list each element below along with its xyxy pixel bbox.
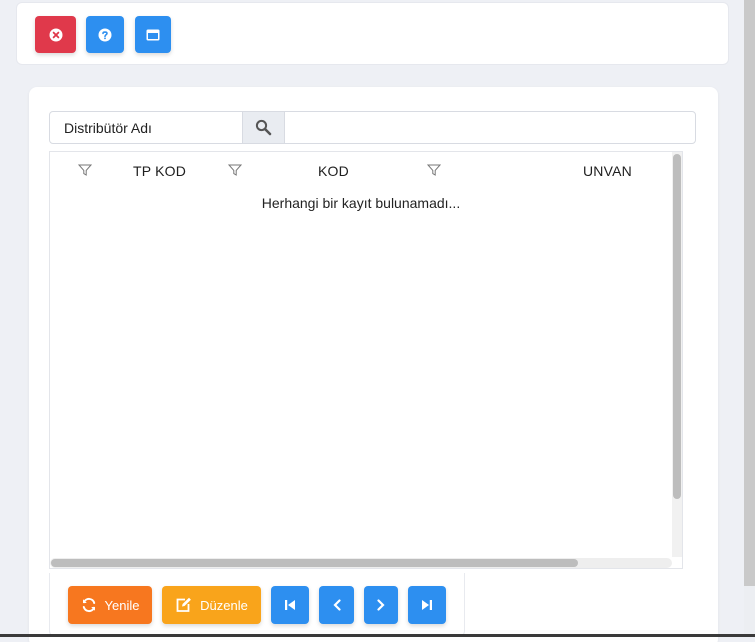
grid-vertical-scrollbar-thumb[interactable] [673,154,681,499]
skip-first-icon [285,600,295,610]
toolbar-card [16,2,729,65]
page-scrollbar-track[interactable] [744,586,755,636]
page-scrollbar-thumb[interactable] [744,0,755,586]
first-page-button[interactable] [271,586,309,624]
filter-icon[interactable] [427,163,441,177]
chevron-right-icon [377,599,385,611]
window-icon [146,29,160,40]
grid-horizontal-scrollbar-thumb[interactable] [51,559,578,567]
chevron-left-icon [332,599,341,611]
empty-message: Herhangi bir kayıt bulunamadı... [261,195,461,211]
close-circle-icon [49,28,62,41]
search-label: Distribütör Adı [50,112,243,143]
edit-label: Düzenle [200,597,248,613]
previous-page-button[interactable] [319,586,354,624]
refresh-label: Yenile [104,597,140,613]
column-header-unvan[interactable]: UNVAN [583,163,632,179]
close-button[interactable] [35,16,76,53]
help-button[interactable] [86,16,124,53]
search-row: Distribütör Adı [49,111,696,144]
column-header-kod[interactable]: KOD [318,163,349,179]
data-grid: TP KOD KOD UNVAN Herhangi bir kayıt bulu… [49,151,683,569]
window-button[interactable] [135,16,171,53]
next-page-button[interactable] [364,586,398,624]
search-icon [255,119,272,136]
window-bottom-border [0,634,755,637]
search-button[interactable] [243,112,285,143]
search-input[interactable] [285,112,695,143]
last-page-button[interactable] [408,586,446,624]
edit-icon [176,597,192,612]
filter-icon[interactable] [228,163,242,177]
refresh-button[interactable]: Yenile [68,586,152,624]
filter-icon[interactable] [78,163,92,177]
refresh-icon [82,597,95,613]
edit-button[interactable]: Düzenle [162,586,261,624]
skip-last-icon [422,600,432,610]
column-header-tp-kod[interactable]: TP KOD [133,163,186,179]
grid-header: TP KOD KOD UNVAN [50,152,672,190]
question-circle-icon [98,28,112,41]
